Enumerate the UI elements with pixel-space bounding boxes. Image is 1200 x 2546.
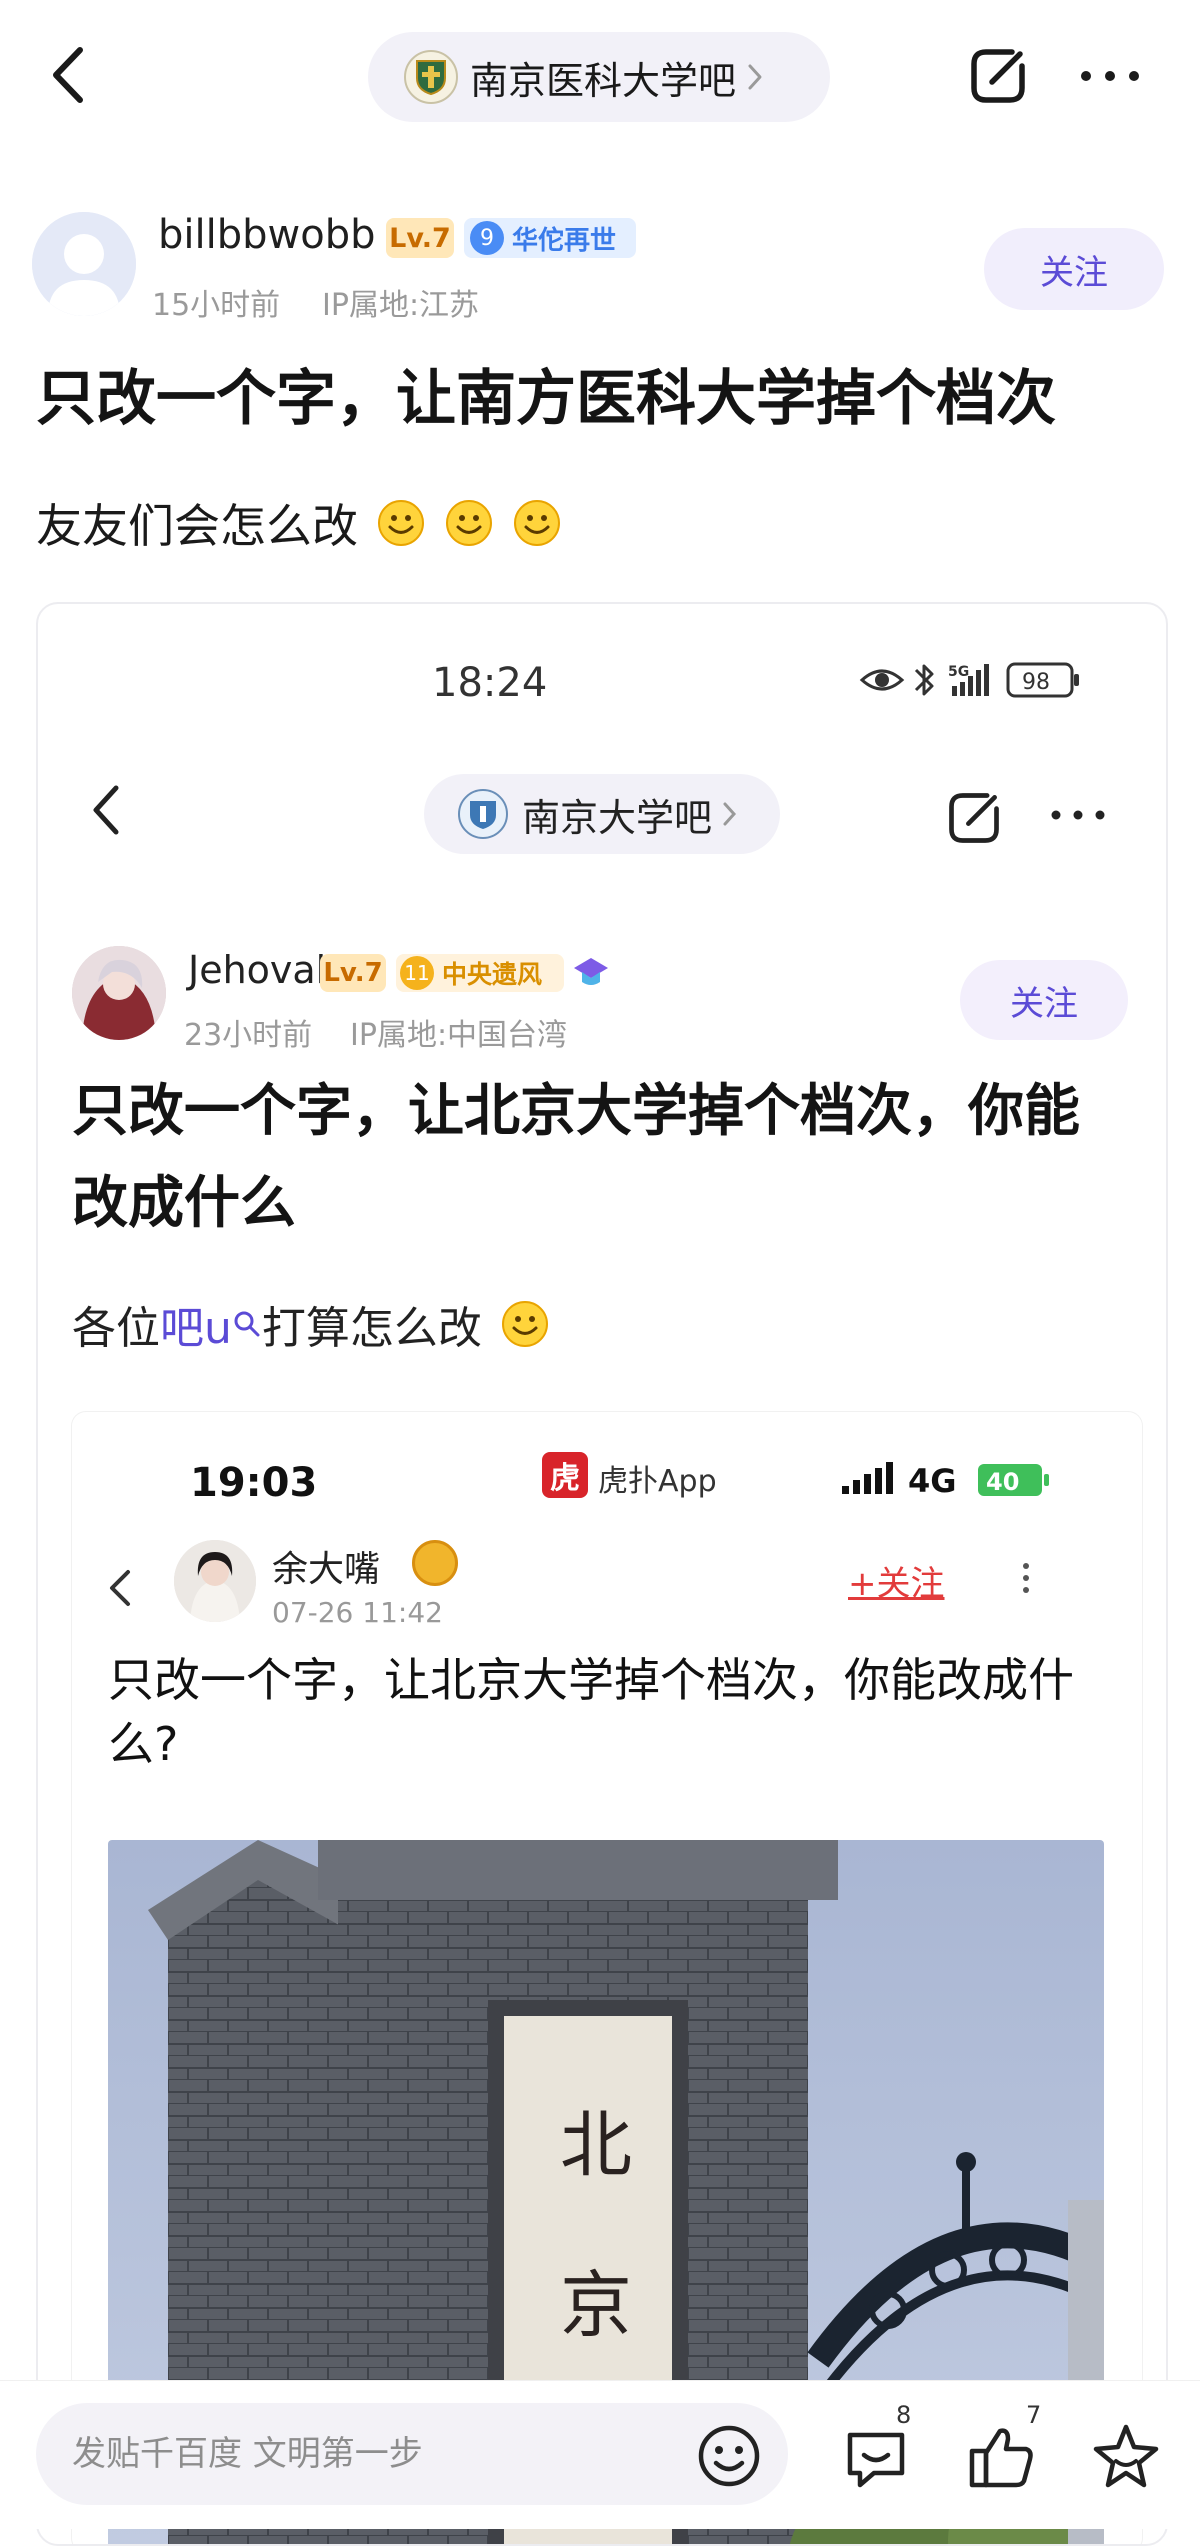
thumbs-up-icon xyxy=(969,2428,1033,2488)
forum-link[interactable]: 南京医科大学吧 xyxy=(368,32,830,122)
network-label: 4G xyxy=(908,1462,957,1500)
emoji-button[interactable] xyxy=(696,2423,762,2489)
nested-post-date: 07-26 11:42 xyxy=(272,1596,443,1629)
embedded-body-suffix: 打算怎么改 xyxy=(261,1303,482,1354)
comment-count: 8 xyxy=(896,2401,912,2429)
medal-badge: 9 华佗再世 xyxy=(464,218,636,258)
nested-screenshot: 19:03 虎 虎扑App 4G 40 余大嘴 07-26 11:42 +关注 … xyxy=(72,1412,1142,2544)
favorite-button[interactable] xyxy=(1090,2421,1162,2493)
like-button[interactable] xyxy=(966,2421,1038,2493)
gate-character-1: 北 xyxy=(560,2103,632,2187)
edit-share-icon xyxy=(971,49,1025,103)
smile-icon xyxy=(698,2425,760,2487)
post-image[interactable]: 18:24 5G 98 南京大学吧 Jehovah Lv.7 11 中央遗风 2… xyxy=(36,602,1168,2546)
embedded-post-body: 各位 吧u 打算怎么改 xyxy=(72,1292,550,1356)
embedded-ip-location: IP属地:中国台湾 xyxy=(350,1018,568,1053)
level-badge: Lv.7 xyxy=(386,218,454,258)
smile-emoji-icon xyxy=(446,500,492,546)
search-icon xyxy=(234,1311,260,1337)
embedded-edit-icon xyxy=(944,788,1004,848)
embedded-forum-pill: 南京大学吧 xyxy=(424,774,780,854)
embedded-medal-name: 中央遗风 xyxy=(442,960,543,989)
default-avatar-icon xyxy=(32,212,136,316)
edit-share-button[interactable] xyxy=(966,44,1030,108)
forum-logo-icon xyxy=(404,50,458,104)
hupu-app-label: 虎扑App xyxy=(598,1464,717,1499)
chevron-right-icon xyxy=(723,802,737,826)
nested-author-avatar xyxy=(174,1540,256,1622)
embedded-medal-badge: 11 中央遗风 xyxy=(396,954,564,992)
bottom-bar: 8 7 xyxy=(0,2380,1200,2529)
embedded-post-time: 23小时前 xyxy=(184,1018,313,1053)
follow-button[interactable]: 关注 xyxy=(984,228,1164,310)
embedded-back-icon xyxy=(88,782,124,838)
chevron-left-icon xyxy=(53,47,83,103)
chevron-right-icon xyxy=(748,64,762,90)
nested-back-icon xyxy=(106,1566,134,1610)
forum-name: 南京医科大学吧 xyxy=(470,58,737,103)
nested-status-icons: 4G 40 xyxy=(842,1456,1092,1506)
battery-icon: 40 xyxy=(978,1464,1049,1496)
like-count: 7 xyxy=(1026,2401,1042,2429)
graduate-cap-icon xyxy=(572,954,610,992)
medal-level: 9 xyxy=(470,221,504,255)
post-title: 只改一个字，让南方医科大学掉个档次 xyxy=(36,364,1056,434)
embedded-status-time: 18:24 xyxy=(432,660,548,706)
hupu-logo-icon: 虎 xyxy=(542,1452,588,1498)
embedded-author-username: Jehovah xyxy=(188,948,340,992)
back-button[interactable] xyxy=(44,40,104,110)
nested-status-time: 19:03 xyxy=(190,1460,318,1506)
signal-bars-icon xyxy=(842,1462,893,1494)
embedded-forum-name: 南京大学吧 xyxy=(522,795,713,840)
more-options-button[interactable] xyxy=(1078,62,1142,90)
gold-badge-icon xyxy=(412,1540,458,1586)
smile-emoji-icon xyxy=(514,500,560,546)
battery-icon: 98 xyxy=(1006,662,1079,698)
nju-logo-icon xyxy=(458,789,508,839)
ip-location: IP属地:江苏 xyxy=(322,288,480,323)
embedded-author-avatar xyxy=(72,946,166,1040)
embedded-follow-label: 关注 xyxy=(960,960,1128,1040)
gate-character-2: 京 xyxy=(560,2263,632,2347)
author-avatar[interactable] xyxy=(32,212,136,316)
bluetooth-icon xyxy=(914,664,934,696)
nested-follow-label: +关注 xyxy=(848,1564,945,1604)
embedded-status-icons: 5G 98 xyxy=(858,656,1158,704)
battery-level-label: 98 xyxy=(1022,670,1050,695)
nested-author-name: 余大嘴 xyxy=(272,1549,381,1590)
comment-icon xyxy=(847,2432,905,2488)
embedded-post-title: 只改一个字，让北京大学掉个档次，你能改成什么 xyxy=(72,1079,1080,1236)
smile-emoji-icon xyxy=(501,1301,548,1347)
embedded-body-link: 吧u xyxy=(160,1303,232,1354)
smile-emoji-icon xyxy=(378,500,424,546)
reply-input[interactable] xyxy=(36,2403,788,2505)
embedded-more-icon xyxy=(1048,802,1108,828)
embedded-body-prefix: 各位 xyxy=(72,1303,160,1354)
post-body: 友友们会怎么改 xyxy=(36,490,562,556)
author-username[interactable]: billbbwobb xyxy=(158,212,375,258)
comment-button[interactable] xyxy=(840,2421,912,2493)
nested-battery-label: 40 xyxy=(986,1468,1019,1496)
nested-post-title: 只改一个字，让北京大学掉个档次，你能改成什么? xyxy=(108,1653,1074,1771)
star-icon xyxy=(1093,2424,1159,2488)
nested-more-icon xyxy=(1018,1558,1034,1598)
post-time: 15小时前 xyxy=(152,288,281,323)
embedded-level-badge: Lv.7 xyxy=(320,954,386,992)
embedded-medal-level: 11 xyxy=(400,956,434,990)
more-horizontal-icon xyxy=(1081,71,1139,81)
medal-name: 华佗再世 xyxy=(512,225,617,256)
post-body-text: 友友们会怎么改 xyxy=(36,499,358,553)
eye-icon xyxy=(859,669,905,691)
signal-type-label: 5G xyxy=(948,664,969,680)
